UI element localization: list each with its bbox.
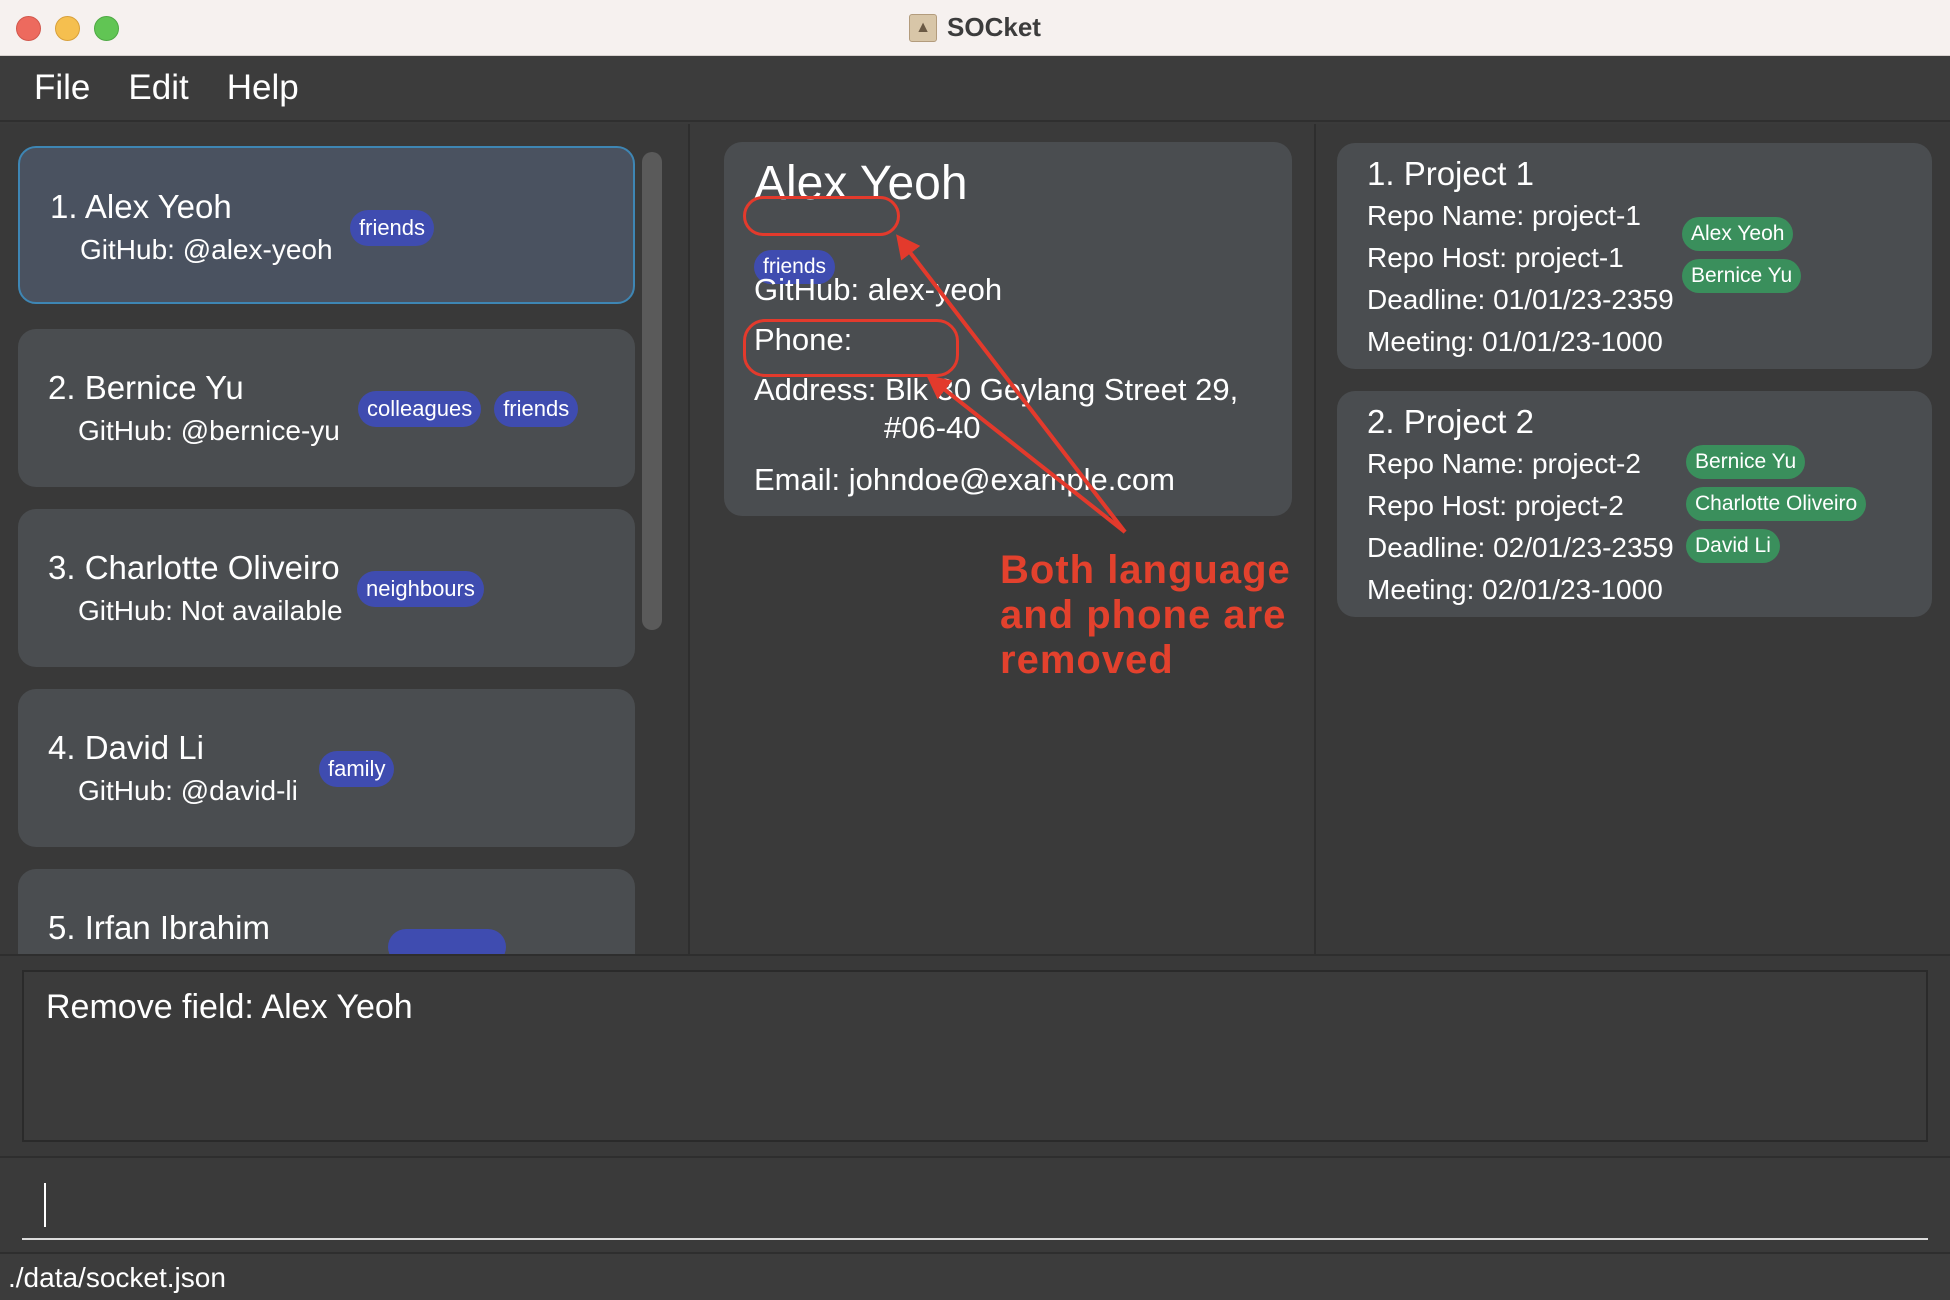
person-name: 1. Alex Yeoh <box>50 188 232 225</box>
person-card-charlotte-oliveiro[interactable]: 3. Charlotte Oliveiro GitHub: Not availa… <box>18 509 635 667</box>
window-title: SOCket <box>947 12 1041 42</box>
project-member-tag: Bernice Yu <box>1686 445 1806 479</box>
person-github: GitHub: Not available <box>78 595 343 626</box>
project-card-1[interactable]: 1. Project 1 Repo Name: project-1 Repo H… <box>1337 143 1932 369</box>
person-tag: friends <box>494 391 579 427</box>
arrow-to-phone <box>926 375 1127 534</box>
project-deadline: Deadline: 01/01/23-2359 <box>1367 284 1674 315</box>
project-card-2[interactable]: 2. Project 2 Repo Name: project-2 Repo H… <box>1337 391 1932 617</box>
app-icon: ▲ <box>909 13 938 42</box>
person-tag: family <box>319 751 395 787</box>
person-name: 3. Charlotte Oliveiro <box>48 549 340 586</box>
person-name: 4. David Li <box>48 729 204 766</box>
status-bar: ./data/socket.json <box>0 1252 1950 1300</box>
result-display-box[interactable]: Remove field: Alex Yeoh <box>22 970 1928 1142</box>
person-detail-panel: Alex Yeoh friends GitHub: alex-yeoh Phon… <box>690 124 1316 954</box>
annotation-line-1: Both language <box>1000 548 1291 592</box>
project-repo-host: Repo Host: project-2 <box>1367 490 1624 521</box>
person-tags: neighbours <box>357 571 484 607</box>
person-name: 5. Irfan Ibrahim <box>48 909 270 946</box>
person-github: GitHub: @alex-yeoh <box>80 234 333 265</box>
project-title: 2. Project 2 <box>1367 403 1534 440</box>
status-file-path: ./data/socket.json <box>8 1262 226 1293</box>
person-card-alex-yeoh[interactable]: 1. Alex Yeoh GitHub: @alex-yeoh friends <box>18 146 635 304</box>
text-caret <box>44 1183 46 1227</box>
menu-file[interactable]: File <box>34 68 90 108</box>
project-repo-name: Repo Name: project-2 <box>1367 448 1641 479</box>
result-text: Remove field: Alex Yeoh <box>46 988 413 1026</box>
result-display-area: Remove field: Alex Yeoh <box>0 954 1950 1158</box>
menu-help[interactable]: Help <box>227 68 299 108</box>
command-area <box>0 1156 1950 1254</box>
project-repo-name: Repo Name: project-1 <box>1367 200 1641 231</box>
annotation-text: Both language and phone are removed <box>1000 548 1291 683</box>
person-github: GitHub: @bernice-yu <box>78 415 340 446</box>
person-tag: colleagues <box>358 391 482 427</box>
window-title-wrap: ▲ SOCket <box>0 0 1950 55</box>
menu-edit[interactable]: Edit <box>128 68 188 108</box>
person-card-bernice-yu[interactable]: 2. Bernice Yu GitHub: @bernice-yu collea… <box>18 329 635 487</box>
person-github: GitHub: @david-li <box>78 775 298 806</box>
person-tag: friends <box>350 210 435 246</box>
menu-bar: File Edit Help <box>0 56 1950 122</box>
annotation-line-3: removed <box>1000 638 1174 682</box>
project-repo-host: Repo Host: project-1 <box>1367 242 1624 273</box>
person-card-david-li[interactable]: 4. David Li GitHub: @david-li family <box>18 689 635 847</box>
person-tags: friends <box>350 210 435 246</box>
project-member-tag: Charlotte Oliveiro <box>1686 487 1867 521</box>
arrow-to-language <box>896 234 1127 534</box>
person-list-scrollbar[interactable] <box>642 152 662 630</box>
project-title: 1. Project 1 <box>1367 155 1534 192</box>
project-meeting: Meeting: 01/01/23-1000 <box>1367 326 1663 357</box>
person-tags: colleagues friends <box>358 391 579 427</box>
command-input[interactable] <box>22 1178 1928 1240</box>
person-card-irfan-ibrahim[interactable]: 5. Irfan Ibrahim <box>18 869 635 954</box>
title-bar: ▲ SOCket <box>0 0 1950 56</box>
project-member-tag: David Li <box>1686 529 1780 563</box>
project-member-tag: Alex Yeoh <box>1682 217 1794 251</box>
person-tag: neighbours <box>357 571 484 607</box>
project-meeting: Meeting: 02/01/23-1000 <box>1367 574 1663 605</box>
annotation-line-2: and phone are <box>1000 593 1287 637</box>
person-name: 2. Bernice Yu <box>48 369 244 406</box>
person-tags: family <box>319 751 395 787</box>
person-tag <box>388 929 506 954</box>
project-deadline: Deadline: 02/01/23-2359 <box>1367 532 1674 563</box>
project-member-tag: Bernice Yu <box>1682 259 1802 293</box>
project-list-panel: 1. Project 1 Repo Name: project-1 Repo H… <box>1316 124 1950 954</box>
person-list-panel: 1. Alex Yeoh GitHub: @alex-yeoh friends … <box>0 124 690 954</box>
